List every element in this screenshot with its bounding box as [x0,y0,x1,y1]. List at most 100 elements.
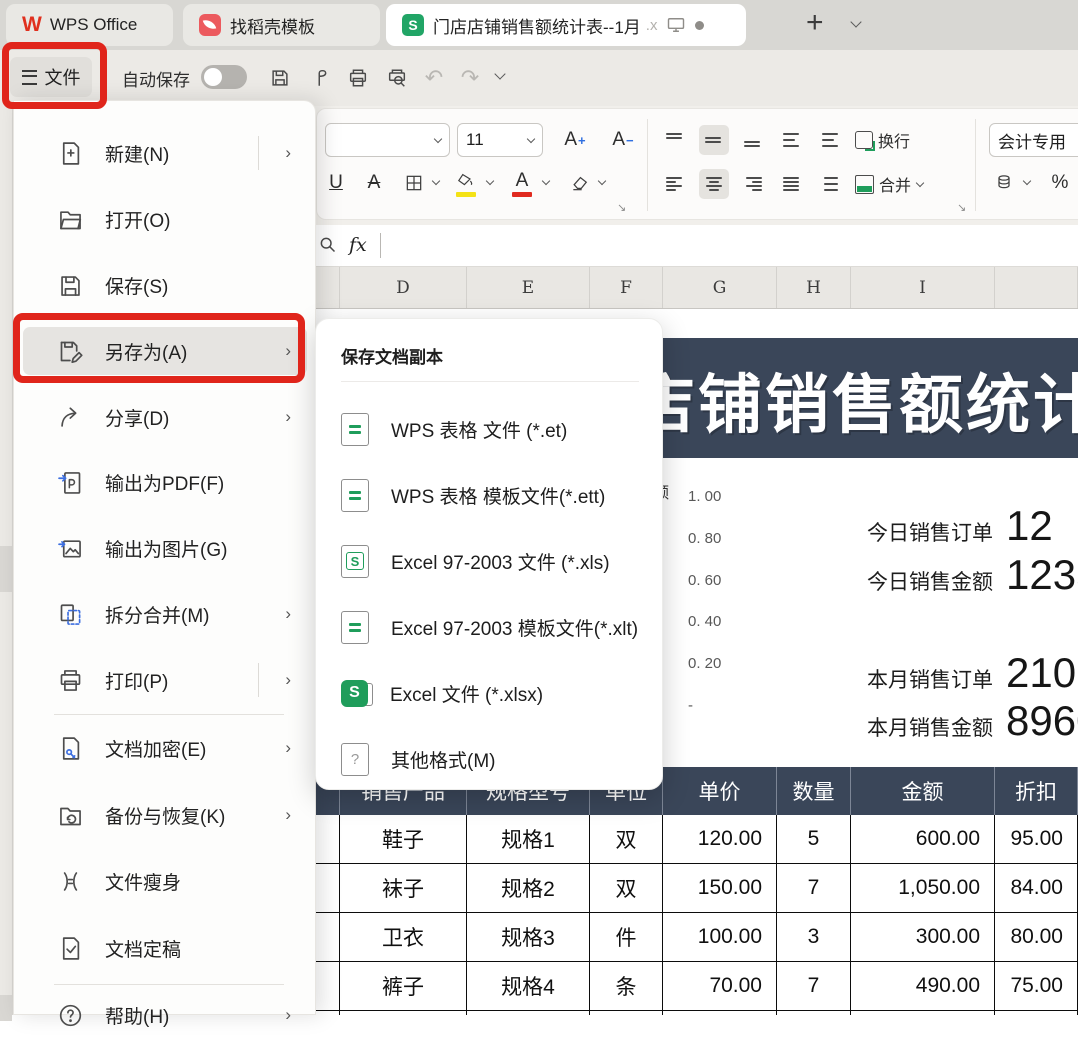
align-left-icon[interactable] [660,169,690,199]
wrap-text-button[interactable]: 换行 [855,125,910,155]
justify-icon[interactable] [777,169,807,199]
column-header-edge[interactable] [315,267,340,308]
table-header-折扣[interactable]: 折扣 [995,767,1078,815]
font-size-combo[interactable]: 11 [457,123,543,157]
table-cell[interactable] [467,1011,590,1015]
currency-chevron-icon[interactable] [1023,177,1031,185]
table-cell[interactable]: 490.00 [851,962,995,1011]
font-group-launcher-icon[interactable]: ↘ [617,201,626,214]
table-cell[interactable]: 袜子 [340,864,467,913]
borders-icon[interactable] [399,167,429,199]
stat-label[interactable]: 今日销售金额 [743,566,993,596]
table-header-单价[interactable]: 单价 [663,767,777,815]
font-color-icon[interactable]: A [507,163,537,199]
table-cell[interactable]: 规格1 [467,815,590,864]
tab-list-chevron-icon[interactable] [850,16,861,27]
tab-document[interactable]: S 门店店铺销售额统计表--1月 .x [386,4,746,46]
table-cell[interactable] [315,864,340,913]
table-cell[interactable]: 150.00 [663,864,777,913]
stat-label[interactable]: 本月销售金额 [743,712,993,742]
submenu-item-Excel 97-2003 文件 (*.xls)[interactable]: SExcel 97-2003 文件 (*.xls) [328,536,652,586]
menu-item-新建(N)[interactable]: 新建(N)› [23,129,307,177]
align-center-icon[interactable] [699,169,729,199]
strikethrough-button[interactable]: A [357,167,391,199]
table-cell[interactable]: 规格3 [467,913,590,962]
table-cell[interactable] [315,913,340,962]
submenu-item-Excel 文件 (*.xlsx)[interactable]: SExcel 文件 (*.xlsx) [328,668,652,718]
submenu-item-其他格式(M)[interactable]: ?其他格式(M) [328,734,652,784]
table-cell[interactable] [777,1011,851,1015]
submenu-item-WPS 表格 模板文件(*.ett)[interactable]: WPS 表格 模板文件(*.ett) [328,470,652,520]
table-cell[interactable] [663,1011,777,1015]
menu-item-备份与恢复(K)[interactable]: 备份与恢复(K)› [23,791,307,839]
menu-item-打印(P)[interactable]: 打印(P)› [23,656,307,704]
table-cell[interactable] [995,1011,1078,1015]
table-cell[interactable]: 100.00 [663,913,777,962]
table-cell[interactable]: 规格2 [467,864,590,913]
row-header-cell[interactable] [0,546,12,592]
number-format-combo[interactable]: 会计专用 [989,123,1078,157]
submenu-item-WPS 表格 文件 (*.et)[interactable]: WPS 表格 文件 (*.et) [328,404,652,454]
table-cell[interactable]: 300.00 [851,913,995,962]
stat-label[interactable]: 本月销售订单 [743,664,993,694]
search-icon[interactable] [317,234,338,260]
valign-bottom-icon[interactable] [738,125,768,155]
menu-item-拆分合并(M)[interactable]: 拆分合并(M)› [23,590,307,638]
grow-font-button[interactable]: A+ [553,125,597,155]
tab-wps-office[interactable]: W WPS Office [6,4,173,46]
row-header-cell[interactable] [0,995,12,1021]
redo-icon[interactable]: ↷ [456,64,484,92]
submenu-item-Excel 97-2003 模板文件(*.xlt)[interactable]: Excel 97-2003 模板文件(*.xlt) [328,602,652,652]
currency-icon[interactable] [989,167,1019,199]
toolbar-more-chevron-icon[interactable] [494,68,505,79]
menu-item-输出为图片(G)[interactable]: 输出为图片(G) [23,524,307,572]
table-cell[interactable]: 双 [590,815,663,864]
stat-label[interactable]: 今日销售订单 [743,517,993,547]
merge-chevron-icon[interactable] [916,178,924,186]
table-cell[interactable]: 600.00 [851,815,995,864]
valign-middle-icon[interactable] [699,125,729,155]
menu-item-文档定稿[interactable]: 文档定稿 [23,924,307,972]
tab-docer-templates[interactable]: 找稻壳模板 [183,4,380,46]
table-cell[interactable]: 5 [777,815,851,864]
menu-item-打开(O)[interactable]: 打开(O) [23,195,307,243]
column-header-H[interactable]: H [777,267,851,308]
table-cell[interactable] [590,1011,663,1015]
distribute-icon[interactable] [816,169,846,199]
column-header-E[interactable]: E [467,267,590,308]
underline-button[interactable]: U [319,167,353,199]
column-header-D[interactable]: D [340,267,467,308]
column-header-F[interactable]: F [590,267,663,308]
stat-value[interactable]: 1235 [1006,551,1078,599]
print-preview-icon[interactable] [383,64,411,92]
font-name-combo[interactable] [325,123,450,157]
clear-format-chevron-icon[interactable] [598,177,606,185]
export-pdf-quick-icon[interactable] [308,64,336,92]
table-cell[interactable] [315,1011,340,1015]
menu-item-输出为PDF(F)[interactable]: 输出为PDF(F) [23,458,307,506]
menu-item-分享(D)[interactable]: 分享(D)› [23,393,307,441]
menu-item-文档加密(E)[interactable]: 文档加密(E)› [23,724,307,772]
stat-value[interactable]: 210 [1006,649,1076,697]
clear-format-icon[interactable] [565,167,595,199]
column-header-edge[interactable] [995,267,1078,308]
fill-color-chevron-icon[interactable] [486,177,494,185]
table-cell[interactable] [851,1011,995,1015]
fill-color-icon[interactable] [451,163,481,199]
autosave-toggle[interactable] [201,65,247,89]
table-cell[interactable]: 70.00 [663,962,777,1011]
table-cell[interactable]: 80.00 [995,913,1078,962]
merge-cells-button[interactable]: 合并 [855,169,923,199]
borders-chevron-icon[interactable] [432,177,440,185]
table-cell[interactable]: 1,050.00 [851,864,995,913]
table-cell[interactable]: 75.00 [995,962,1078,1011]
table-cell[interactable]: 双 [590,864,663,913]
align-right-icon[interactable] [738,169,768,199]
menu-item-帮助(H)[interactable]: 帮助(H)› [23,991,307,1039]
table-cell[interactable]: 卫衣 [340,913,467,962]
table-cell[interactable]: 120.00 [663,815,777,864]
table-cell[interactable]: 7 [777,962,851,1011]
table-cell[interactable] [340,1011,467,1015]
menu-item-保存(S)[interactable]: 保存(S) [23,261,307,309]
increase-indent-icon[interactable] [816,125,846,155]
